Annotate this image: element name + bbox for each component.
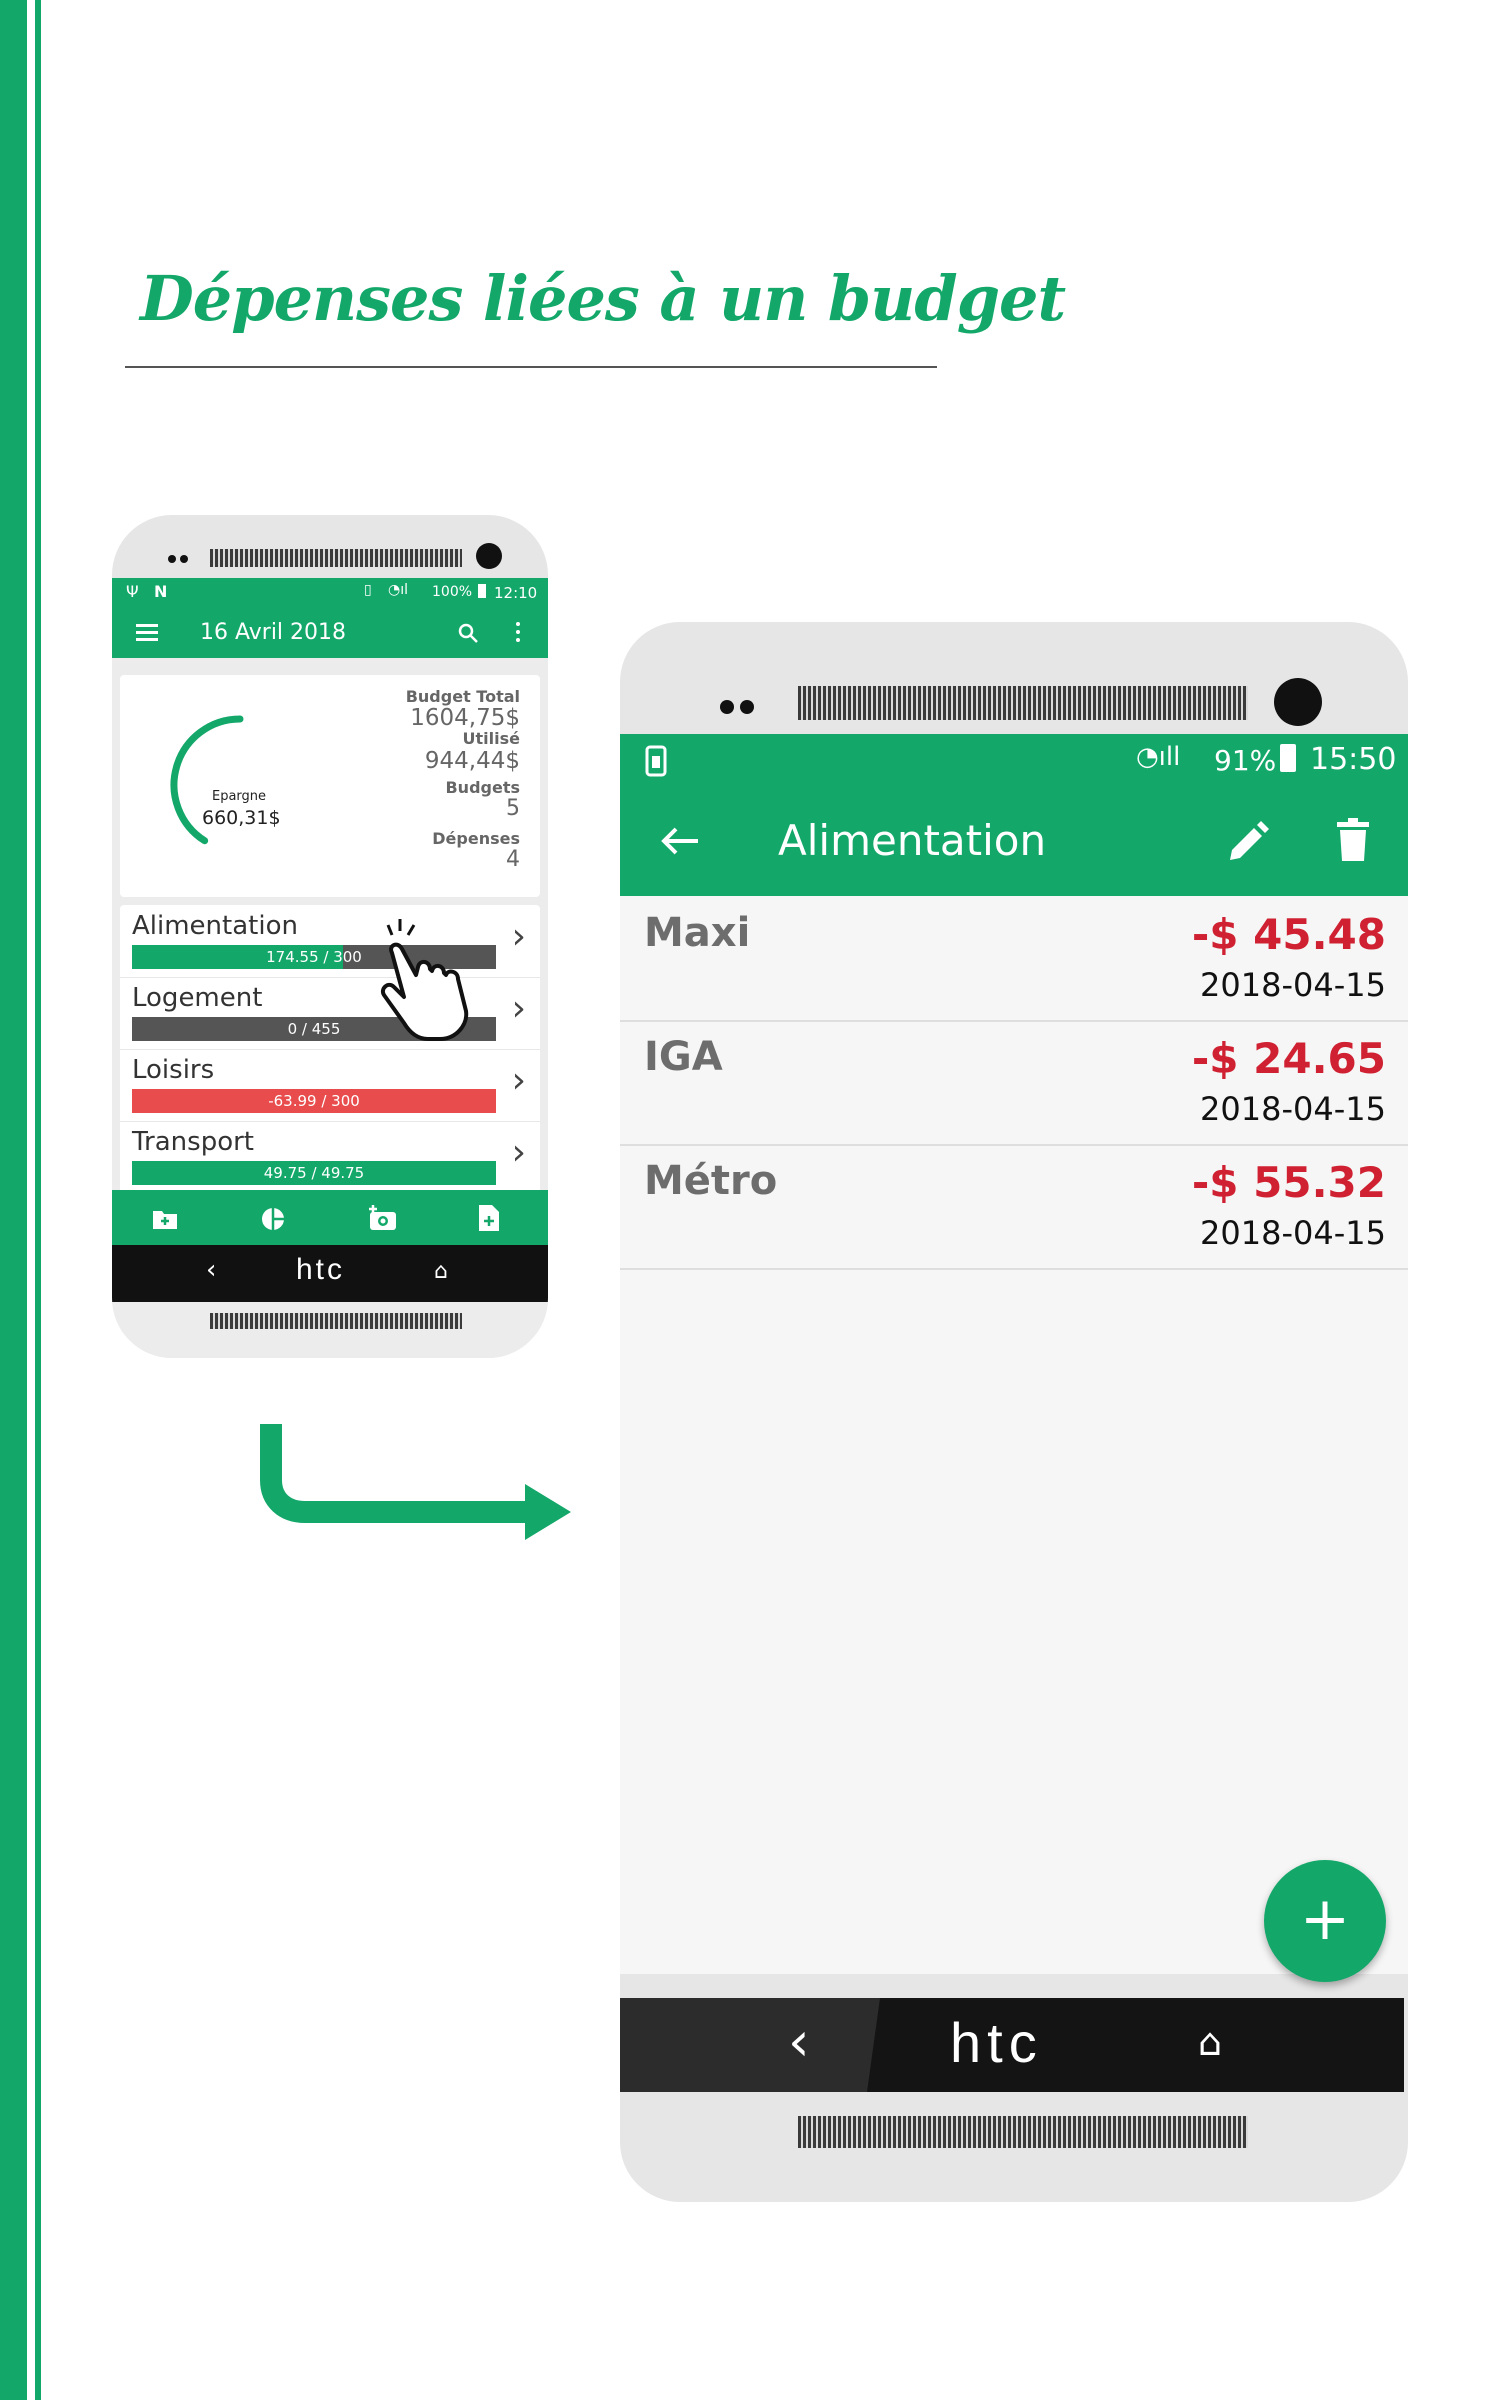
system-nav-bar: ‹ htc ⌂	[620, 1998, 1404, 2092]
htc-logo: htc	[950, 2011, 1043, 2074]
battery-icon	[1280, 744, 1296, 772]
savings-gauge	[170, 715, 244, 845]
vibrate-icon: ▯	[364, 582, 372, 598]
status-bar: Ψ N ▯ ◔ıl 100% 12:10	[112, 578, 548, 608]
tap-hand-pointer-icon	[381, 919, 469, 1041]
summary-stats: Budget Total 1604,75$ Utilisé 944,44$ Bu…	[406, 687, 520, 872]
add-photo-icon[interactable]	[368, 1204, 398, 1232]
sensor-dot	[740, 700, 754, 714]
app-bar: Alimentation	[620, 786, 1408, 896]
hamburger-icon[interactable]	[136, 622, 158, 642]
nav-home-icon[interactable]: ⌂	[434, 1259, 448, 1284]
system-nav-bar: ‹ htc ⌂	[112, 1245, 548, 1302]
home-screen-phone: Ψ N ▯ ◔ıl 100% 12:10 16 Avril 2018 Eparg…	[112, 515, 548, 1358]
front-camera	[1274, 678, 1322, 726]
transaction-row[interactable]: Métro -$ 55.32 2018-04-15	[620, 1144, 1408, 1270]
category-label: Transport	[132, 1127, 255, 1157]
add-folder-icon[interactable]	[152, 1208, 178, 1230]
category-label: Alimentation	[132, 911, 298, 941]
wifi-signal-icon: ◔ıll	[1136, 742, 1181, 772]
pie-chart-icon[interactable]	[260, 1206, 286, 1232]
nav-home-icon[interactable]: ⌂	[1198, 2020, 1222, 2064]
left-accent-stripe	[0, 0, 27, 2400]
transaction-name: Maxi	[644, 910, 751, 956]
transition-arrow-icon	[260, 1424, 571, 1540]
app-bar: 16 Avril 2018	[112, 608, 548, 658]
usb-icon: Ψ	[126, 582, 139, 601]
category-row[interactable]: Loisirs -63.99 / 300 ›	[120, 1049, 540, 1122]
battery-percent: 100%	[432, 584, 473, 600]
battery-percent: 91%	[1214, 744, 1277, 777]
left-accent-stripe-thin	[35, 0, 41, 2400]
chevron-right-icon: ›	[511, 916, 526, 957]
arrow-back-icon[interactable]	[660, 826, 700, 856]
nav-back-icon[interactable]: ‹	[788, 2010, 810, 2073]
bottom-speaker	[798, 2116, 1248, 2148]
transaction-date: 2018-04-15	[1200, 1090, 1386, 1128]
nav-back-icon[interactable]: ‹	[206, 1255, 216, 1285]
screen-rotate-icon	[645, 745, 667, 777]
transaction-amount: -$ 45.48	[1191, 910, 1386, 959]
expenses-count: 4	[506, 847, 520, 872]
edit-pencil-icon[interactable]	[1226, 820, 1270, 864]
sensor-dot	[720, 700, 734, 714]
transaction-row[interactable]: Maxi -$ 45.48 2018-04-15	[620, 896, 1408, 1022]
transaction-name: IGA	[644, 1034, 723, 1080]
transaction-date: 2018-04-15	[1200, 1214, 1386, 1252]
sensor-dot	[168, 555, 176, 563]
front-camera	[476, 543, 502, 569]
htc-logo: htc	[296, 1253, 346, 1286]
savings-value: 660,31$	[202, 807, 281, 829]
top-speaker	[798, 686, 1248, 720]
transaction-amount: -$ 55.32	[1191, 1158, 1386, 1207]
category-amount: 49.75 / 49.75	[263, 1164, 365, 1182]
category-label: Logement	[132, 983, 263, 1013]
used-value: 944,44$	[424, 748, 520, 774]
used-label: Utilisé	[462, 729, 520, 748]
category-amount: -63.99 / 300	[268, 1092, 360, 1110]
bottom-speaker	[210, 1313, 462, 1329]
detail-screen-phone: ◔ıll 91% 15:50 Alimentation Maxi -$ 45.4…	[620, 622, 1408, 2202]
budget-total-value: 1604,75$	[410, 705, 520, 731]
category-row[interactable]: Transport 49.75 / 49.75 ›	[120, 1121, 540, 1194]
transaction-amount: -$ 24.65	[1191, 1034, 1386, 1083]
add-file-icon[interactable]	[478, 1204, 500, 1232]
screen-title: Alimentation	[778, 816, 1047, 865]
clock: 12:10	[494, 584, 538, 602]
nfc-icon: N	[154, 582, 168, 601]
expenses-label: Dépenses	[432, 829, 520, 848]
app-bar-date-title: 16 Avril 2018	[200, 620, 347, 645]
sensor-dot	[180, 555, 188, 563]
category-progress-bar: 49.75 / 49.75	[132, 1161, 496, 1185]
trash-icon[interactable]	[1336, 818, 1370, 862]
top-speaker	[210, 549, 462, 567]
budget-summary-card: Epargne 660,31$ Budget Total 1604,75$ Ut…	[120, 675, 540, 897]
add-expense-fab[interactable]: +	[1264, 1860, 1386, 1982]
chevron-right-icon: ›	[511, 1060, 526, 1101]
transaction-row[interactable]: IGA -$ 24.65 2018-04-15	[620, 1020, 1408, 1146]
clock: 15:50	[1310, 742, 1397, 777]
transaction-name: Métro	[644, 1158, 778, 1204]
nav-back-panel	[620, 1998, 880, 2092]
category-progress-bar: -63.99 / 300	[132, 1089, 496, 1113]
search-icon[interactable]	[456, 621, 480, 645]
battery-icon	[478, 584, 486, 598]
budgets-count: 5	[506, 796, 520, 821]
category-label: Loisirs	[132, 1055, 215, 1085]
savings-label: Epargne	[212, 789, 267, 804]
page-title: Dépenses liées à un budget	[140, 262, 1066, 335]
transaction-date: 2018-04-15	[1200, 966, 1386, 1004]
more-vert-icon[interactable]	[516, 622, 520, 642]
chevron-right-icon: ›	[511, 988, 526, 1029]
bottom-action-bar	[112, 1190, 548, 1250]
chevron-right-icon: ›	[511, 1132, 526, 1173]
status-bar: ◔ıll 91% 15:50	[620, 734, 1408, 786]
transactions-list: Maxi -$ 45.48 2018-04-15 IGA -$ 24.65 20…	[620, 896, 1408, 1974]
wifi-signal-icon: ◔ıl	[388, 582, 408, 598]
budgets-label: Budgets	[445, 778, 520, 797]
title-divider	[125, 366, 937, 368]
budget-total-label: Budget Total	[405, 687, 520, 706]
